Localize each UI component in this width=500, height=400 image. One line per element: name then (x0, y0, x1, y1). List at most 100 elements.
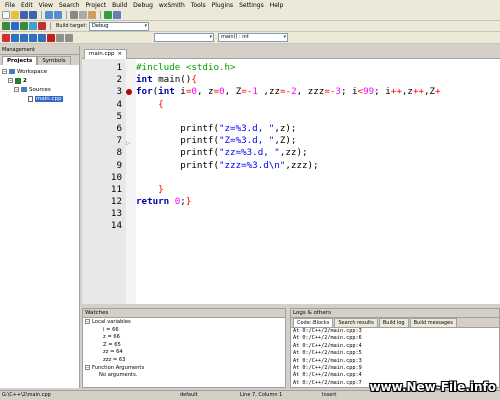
logs-title: Logs & others (291, 309, 499, 318)
code-editor[interactable]: 1 #include <stdio.h> 2 int main(){3 for(int … (82, 59, 500, 304)
menu-edit[interactable]: Edit (18, 2, 36, 9)
code-line[interactable]: 8 printf("zz=%3.d, ",zz); (116, 147, 500, 159)
debug-windows-icon[interactable] (56, 33, 64, 42)
watch-variable[interactable]: Z = 65 (85, 342, 283, 350)
local-variables-node[interactable]: − Local variables (85, 319, 283, 327)
local-variables-label: Local variables (92, 319, 131, 325)
collapse-icon[interactable]: − (85, 364, 90, 370)
line-number: 3 (116, 86, 122, 98)
code-line[interactable]: 2 int main(){ (116, 74, 500, 86)
code-line[interactable]: 13 (111, 208, 500, 220)
step-out-icon[interactable] (38, 33, 46, 42)
tree-file[interactable]: main.cpp (2, 94, 77, 103)
tab-projects[interactable]: Projects (2, 56, 38, 65)
menu-build[interactable]: Build (109, 2, 130, 9)
menu-plugins[interactable]: Plugins (209, 2, 237, 9)
collapse-icon[interactable]: − (2, 69, 7, 74)
replace-icon[interactable] (113, 11, 121, 19)
code-line[interactable]: 7 ▷ printf("Z=%3.d, ",Z); (116, 135, 500, 147)
editor-tab-main[interactable]: main.cpp × (84, 49, 128, 59)
file-icon (28, 95, 33, 102)
collapse-icon[interactable]: − (85, 319, 90, 324)
find-icon[interactable] (104, 11, 112, 19)
watch-variable[interactable]: zz = 64 (85, 349, 283, 357)
run-to-cursor-icon[interactable] (11, 33, 19, 42)
workspace-icon (9, 69, 15, 74)
menu-file[interactable]: File (2, 2, 18, 9)
line-number: 1 (116, 62, 122, 73)
menu-debug[interactable]: Debug (130, 2, 156, 9)
code-line[interactable]: 1 #include <stdio.h> (116, 62, 500, 74)
workspace-label: Workspace (17, 68, 48, 75)
code-line[interactable]: 14 (111, 220, 500, 232)
function-args-node[interactable]: − Function Arguments (85, 364, 283, 373)
tab-search-results[interactable]: Search results (334, 318, 378, 327)
watch-variable[interactable]: zzz = 63 (85, 357, 283, 365)
cut-icon[interactable] (70, 11, 78, 19)
log-row: At 0:/C++/2/main.cpp:4 (293, 372, 362, 379)
line-number: 12 (110, 196, 122, 208)
menu-view[interactable]: View (36, 2, 56, 9)
code-text: printf("z=%3.d, ",z); (136, 122, 297, 134)
function-combo[interactable]: main() : int (218, 33, 288, 42)
tree-workspace[interactable]: − Workspace (2, 67, 77, 76)
debug-info-icon[interactable] (65, 33, 73, 42)
stop-debugger-icon[interactable] (47, 33, 55, 42)
tree-sources[interactable]: − Sources (2, 85, 77, 94)
build-target-label: Build target: (56, 23, 88, 29)
code-line[interactable]: 6 printf("z=%3.d, ",z); (116, 122, 500, 135)
log-row: At 0:/C++/2/main.cpp:6 (293, 335, 362, 342)
close-icon[interactable]: × (118, 51, 123, 57)
abort-icon[interactable] (38, 22, 46, 30)
tab-build-messages[interactable]: Build messages (409, 318, 457, 327)
code-line[interactable]: 9 printf("zzz=%3.d\n",zzz); (116, 160, 500, 172)
code-line[interactable]: 3 for(int i=0, z=0, Z=-1 ,zz=-2, zzz=-3; … (116, 86, 500, 98)
menu-search[interactable]: Search (56, 2, 83, 9)
step-into-icon[interactable] (29, 33, 37, 42)
code-line[interactable]: 11 } (111, 184, 500, 196)
status-mode: Insert (322, 392, 337, 398)
new-file-icon[interactable] (2, 11, 10, 19)
paste-icon[interactable] (88, 11, 96, 19)
code-line[interactable]: 12 return 0;} (111, 196, 500, 208)
project-icon (15, 77, 21, 84)
code-area[interactable]: 1 #include <stdio.h> 2 int main(){3 for(int … (111, 62, 500, 233)
line-number: 10 (110, 171, 122, 183)
tab-symbols[interactable]: Symbols (37, 56, 71, 65)
debug-icon[interactable] (2, 33, 10, 42)
line-number: 2 (116, 74, 122, 86)
build-run-icon[interactable] (20, 22, 28, 30)
undo-icon[interactable] (45, 11, 53, 19)
run-icon[interactable] (11, 22, 19, 30)
status-position: Line 7, Column 1 (240, 392, 283, 398)
rebuild-icon[interactable] (29, 22, 37, 30)
menu-settings[interactable]: Settings (236, 2, 267, 9)
menu-help[interactable]: Help (267, 2, 287, 9)
copy-icon[interactable] (79, 11, 87, 19)
save-all-icon[interactable] (29, 11, 37, 19)
code-line[interactable]: 10 (111, 172, 500, 184)
current-line-arrow-icon: ▷ (126, 139, 131, 148)
menu-project[interactable]: Project (83, 2, 110, 9)
code-line[interactable]: 5 (116, 111, 500, 123)
collapse-icon[interactable]: − (8, 78, 13, 83)
log-output: At 0:/C++/2/main.cpp:3 At 0:/C++/2/main.c… (291, 328, 499, 387)
menu-tools[interactable]: Tools (188, 2, 209, 9)
build-target-select[interactable]: Debug (89, 21, 150, 31)
save-icon[interactable] (20, 11, 28, 19)
redo-icon[interactable] (54, 11, 62, 19)
log-row: At 0:/C++/2/main.cpp:4 (293, 342, 362, 349)
tab-build-log[interactable]: Build log (378, 318, 409, 327)
menu-wxsmith[interactable]: wxSmith (156, 2, 188, 9)
next-line-icon[interactable] (20, 33, 28, 42)
code-line[interactable]: 4 { (116, 99, 500, 111)
build-icon[interactable] (2, 22, 10, 30)
open-icon[interactable] (11, 11, 19, 19)
status-encoding: default (180, 392, 198, 398)
watch-variable[interactable]: i = 66 (85, 327, 283, 335)
collapse-icon[interactable]: − (14, 87, 19, 92)
watch-variable[interactable]: z = 66 (85, 334, 283, 342)
tab-code-blocks[interactable]: Code::Blocks (293, 318, 334, 327)
tree-project[interactable]: −2 (2, 76, 77, 85)
scope-combo[interactable] (154, 33, 214, 42)
